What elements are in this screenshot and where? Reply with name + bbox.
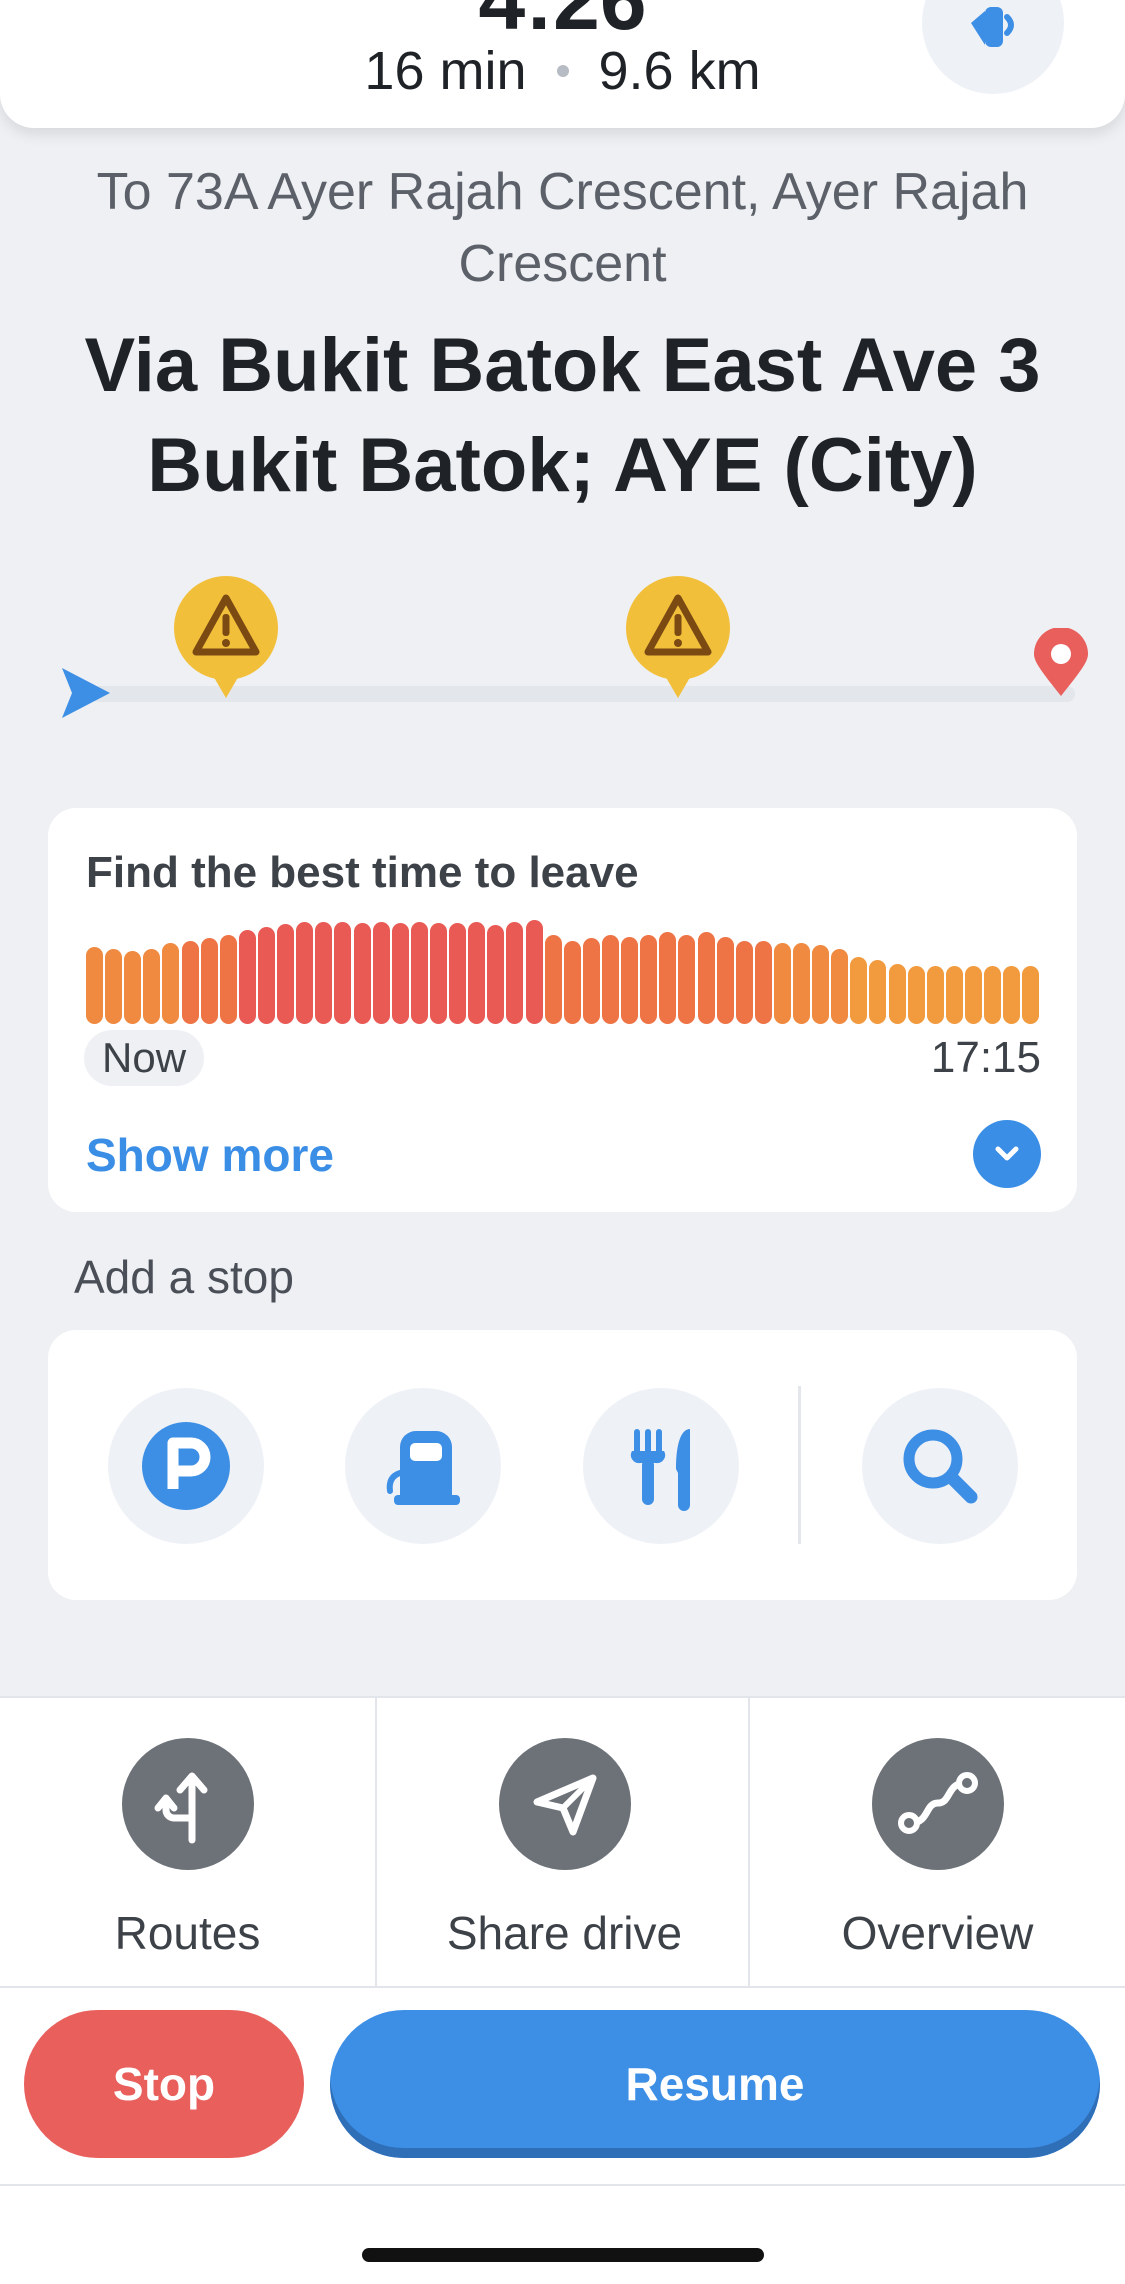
fuel-icon xyxy=(386,1431,460,1505)
route-via: Via Bukit Batok East Ave 3 Bukit Batok; … xyxy=(84,323,1041,508)
resume-button[interactable]: Resume xyxy=(330,2010,1100,2158)
departure-bar xyxy=(850,957,868,1024)
departure-bar xyxy=(143,949,161,1024)
bottom-divider xyxy=(0,2184,1125,2186)
home-indicator[interactable] xyxy=(362,2248,764,2262)
end-time-label: 17:15 xyxy=(930,1033,1041,1082)
departure-bar xyxy=(468,922,486,1024)
routes-label: Routes xyxy=(114,1907,261,1959)
bottom-panel: Routes Share drive Overview Stop Resume xyxy=(0,1696,1125,2284)
departure-bar xyxy=(773,943,791,1024)
departure-bar xyxy=(1003,966,1021,1024)
share-drive-label: Share drive xyxy=(446,1907,683,1959)
routes-action[interactable]: Routes xyxy=(0,1698,375,1986)
destination-pin-icon xyxy=(1034,628,1088,696)
best-time-card[interactable]: Find the best time to leave Now 17:15 Sh… xyxy=(48,808,1077,1212)
departure-bar xyxy=(621,937,639,1024)
departure-bar xyxy=(200,938,218,1024)
parking-button[interactable] xyxy=(108,1388,264,1544)
departure-bar xyxy=(238,930,256,1024)
trip-duration: 16 min xyxy=(364,41,527,101)
share-drive-icon xyxy=(533,1774,596,1836)
departure-bar xyxy=(754,941,772,1024)
chevron-down-icon xyxy=(995,1146,1019,1161)
speaker-icon xyxy=(971,7,1014,47)
restaurant-icon xyxy=(630,1429,690,1511)
departure-bar xyxy=(181,941,199,1024)
parking-icon xyxy=(142,1422,230,1510)
departure-bar xyxy=(277,924,295,1024)
departure-bar xyxy=(869,960,887,1024)
share-drive-action[interactable]: Share drive xyxy=(377,1698,752,1986)
overview-label: Overview xyxy=(841,1907,1034,1959)
departure-bar xyxy=(525,920,543,1024)
departure-bar xyxy=(659,932,677,1024)
overview-icon xyxy=(897,1772,978,1834)
show-more-link[interactable]: Show more xyxy=(86,1128,334,1182)
departure-bar xyxy=(334,922,352,1024)
departure-bar xyxy=(601,935,619,1024)
now-label: Now xyxy=(84,1030,205,1086)
departure-bar xyxy=(697,932,715,1024)
separator-dot xyxy=(556,65,569,77)
stop-divider xyxy=(798,1386,801,1544)
add-stop-label: Add a stop xyxy=(74,1251,294,1303)
departure-bar xyxy=(640,935,658,1024)
departure-bar xyxy=(372,922,390,1024)
departure-bar xyxy=(544,935,562,1024)
start-arrow-icon xyxy=(62,668,110,718)
stop-button[interactable]: Stop xyxy=(24,2010,304,2158)
departure-bar xyxy=(812,945,830,1024)
departure-bar xyxy=(257,927,275,1024)
departure-bar xyxy=(391,923,409,1024)
share-drive-icon-circle xyxy=(498,1738,631,1870)
routes-icon-circle xyxy=(121,1738,254,1870)
departure-bar xyxy=(888,964,906,1024)
restaurant-button[interactable] xyxy=(583,1388,739,1544)
departure-bar xyxy=(1022,966,1040,1024)
departure-bar xyxy=(410,922,428,1024)
departure-bar xyxy=(582,938,600,1024)
departure-bar xyxy=(907,966,925,1024)
gas-station-button[interactable] xyxy=(345,1388,501,1544)
routes-icon xyxy=(154,1772,207,1844)
search-button[interactable] xyxy=(862,1388,1018,1544)
best-time-title: Find the best time to leave xyxy=(86,848,639,897)
departure-bar xyxy=(487,925,505,1024)
departure-bar xyxy=(86,947,103,1024)
search-icon xyxy=(903,1429,978,1504)
trip-distance: 9.6 km xyxy=(598,41,761,101)
departure-bar xyxy=(124,951,142,1024)
overview-action[interactable]: Overview xyxy=(750,1698,1125,1986)
destination-address: To 73A Ayer Rajah Crescent, Ayer Rajah C… xyxy=(96,163,1029,293)
departure-bar xyxy=(105,949,123,1024)
departure-bar xyxy=(563,941,581,1024)
departure-bar xyxy=(831,949,849,1024)
departure-bar xyxy=(162,943,180,1024)
departure-bar xyxy=(965,966,983,1024)
departure-bar xyxy=(353,923,371,1024)
departure-bar xyxy=(926,966,944,1024)
add-stop-card xyxy=(48,1330,1077,1600)
departure-bar xyxy=(945,966,963,1024)
departure-bar xyxy=(315,922,333,1024)
expand-button[interactable] xyxy=(973,1120,1041,1188)
overview-icon-circle xyxy=(871,1738,1004,1870)
departure-bar xyxy=(793,943,811,1024)
departure-bars xyxy=(86,920,1040,1024)
departure-bar xyxy=(678,935,696,1024)
departure-bar xyxy=(219,935,237,1024)
departure-bar xyxy=(984,966,1002,1024)
panel-divider xyxy=(0,1986,1125,1988)
departure-bar xyxy=(716,937,734,1024)
departure-bar xyxy=(735,941,753,1024)
warning-icon xyxy=(626,576,730,698)
departure-bar xyxy=(506,922,524,1024)
departure-bar xyxy=(449,923,467,1024)
departure-bar xyxy=(429,923,447,1024)
warning-icon xyxy=(174,576,278,698)
departure-bar xyxy=(296,922,314,1024)
